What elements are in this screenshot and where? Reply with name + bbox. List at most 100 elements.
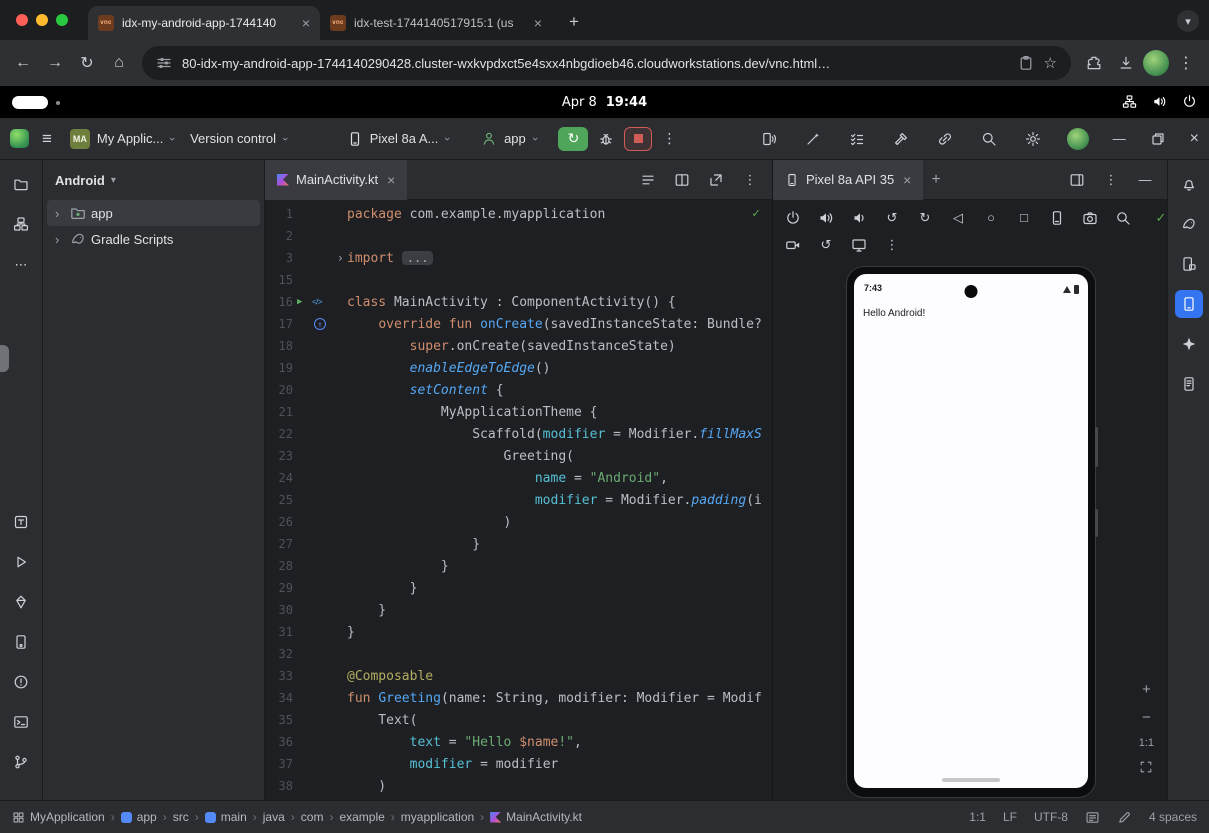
tab-close-button[interactable]: ×	[387, 172, 395, 188]
tab-close-button[interactable]: ×	[302, 15, 310, 31]
rotate-left-button[interactable]: ↺	[882, 208, 902, 228]
assistant-button[interactable]	[803, 129, 823, 149]
screenshot-button[interactable]	[1047, 208, 1067, 228]
settings-button[interactable]	[1023, 129, 1043, 149]
power-icon[interactable]	[1182, 94, 1197, 109]
tab-search-button[interactable]: ▾	[1177, 10, 1199, 32]
file-encoding[interactable]: UTF-8	[1034, 810, 1068, 824]
build-button[interactable]	[891, 129, 911, 149]
emulator-screen[interactable]: 7:43 Hello Android!	[854, 274, 1088, 788]
ide-maximize-button[interactable]	[1150, 131, 1166, 147]
app-quality-insights-button[interactable]	[7, 588, 35, 616]
tab-close-button[interactable]: ×	[903, 172, 911, 188]
logcat-button[interactable]	[1175, 370, 1203, 398]
network-icon[interactable]	[1122, 94, 1137, 109]
downloads-button[interactable]	[1111, 48, 1141, 78]
compose-gutter-icon[interactable]: </>	[312, 298, 322, 307]
panel-layout-button[interactable]	[1067, 170, 1087, 190]
detach-editor-button[interactable]	[706, 170, 726, 190]
terminal-button[interactable]	[7, 708, 35, 736]
zoom-level[interactable]: 1:1	[1139, 737, 1154, 749]
code-line-22[interactable]: 22 Scaffold(modifier = Modifier.fillMaxS	[265, 423, 772, 445]
browser-menu-button[interactable]: ⋮	[1171, 48, 1201, 78]
more-tools-button[interactable]: ⋯	[7, 250, 35, 278]
browser-tab[interactable]: vncidx-test-1744140517915:1 (us×	[320, 6, 552, 40]
close-window-button[interactable]	[16, 14, 28, 26]
more-button[interactable]: ⋮	[740, 170, 760, 190]
code-line-23[interactable]: 23 Greeting(	[265, 445, 772, 467]
tree-item-gradle-scripts[interactable]: ›Gradle Scripts	[47, 226, 260, 252]
fullscreen-window-button[interactable]	[56, 14, 68, 26]
code-line-2[interactable]: 2	[265, 225, 772, 247]
device-tab-pixel8a[interactable]: Pixel 8a API 35 ×	[773, 160, 923, 200]
code-line-32[interactable]: 32	[265, 643, 772, 665]
zoom-mode-button[interactable]	[1113, 208, 1133, 228]
project-view-header[interactable]: Android ▾	[43, 160, 264, 200]
volume-icon[interactable]	[1152, 94, 1167, 109]
browser-tab[interactable]: vncidx-my-android-app-1744140×	[88, 6, 320, 40]
back-button[interactable]: ←	[8, 48, 38, 78]
code-line-18[interactable]: 18 super.onCreate(savedInstanceState)	[265, 335, 772, 357]
more-button[interactable]: ⋮	[1101, 170, 1121, 190]
inspection-ok-icon[interactable]: ✓	[752, 206, 760, 221]
device-selector[interactable]: Pixel 8a A... ›	[339, 127, 457, 151]
readonly-toggle-icon[interactable]	[1117, 810, 1132, 825]
device-manager-button[interactable]	[7, 628, 35, 656]
debug-button[interactable]	[598, 131, 614, 147]
forward-button[interactable]: →	[40, 48, 70, 78]
breadcrumb-item[interactable]: myapplication	[401, 810, 474, 824]
code-line-24[interactable]: 24 name = "Android",	[265, 467, 772, 489]
vnc-control-handle[interactable]	[12, 96, 48, 109]
code-line-19[interactable]: 19 enableEdgeToEdge()	[265, 357, 772, 379]
more-button[interactable]: ⋮	[882, 235, 902, 255]
site-info-icon[interactable]	[156, 55, 172, 71]
override-gutter-icon[interactable]: ↑	[314, 318, 326, 330]
caret-position[interactable]: 1:1	[969, 810, 986, 824]
vnc-sidebar-handle[interactable]	[0, 345, 9, 372]
indent-setting[interactable]: 4 spaces	[1149, 810, 1197, 824]
code-line-20[interactable]: 20 setContent {	[265, 379, 772, 401]
breadcrumb-item[interactable]: com	[301, 810, 324, 824]
code-line-29[interactable]: 29 }	[265, 577, 772, 599]
project-widget[interactable]: MA My Applic... ›	[62, 125, 182, 153]
main-menu-button[interactable]: ≡	[42, 129, 52, 149]
line-separator[interactable]: LF	[1003, 810, 1017, 824]
problems-button[interactable]	[7, 668, 35, 696]
gemini-button[interactable]	[1175, 330, 1203, 358]
minimize-button[interactable]: —	[1135, 170, 1155, 190]
clipboard-icon[interactable]	[1018, 55, 1034, 71]
rotate-right-button[interactable]: ↻	[915, 208, 935, 228]
editor-tab-mainactivity[interactable]: MainActivity.kt ×	[265, 160, 407, 200]
extensions-puzzle-icon[interactable]	[1079, 48, 1109, 78]
vcs-widget[interactable]: Version control ›	[182, 127, 295, 150]
zoom-in-button[interactable]: +	[1142, 681, 1151, 698]
url-text[interactable]: 80-idx-my-android-app-1744140290428.clus…	[182, 56, 1008, 71]
code-line-27[interactable]: 27 }	[265, 533, 772, 555]
breadcrumb-item[interactable]: java	[263, 810, 285, 824]
camera-button[interactable]	[1080, 208, 1100, 228]
address-bar[interactable]: 80-idx-my-android-app-1744140290428.clus…	[142, 46, 1071, 80]
code-line-26[interactable]: 26 )	[265, 511, 772, 533]
run-config-selector[interactable]: app ›	[473, 127, 544, 151]
device-streaming-button[interactable]	[759, 129, 779, 149]
run-button[interactable]: ↻	[558, 127, 588, 151]
code-line-15[interactable]: 15	[265, 269, 772, 291]
code-line-1[interactable]: 1package com.example.myapplication	[265, 203, 772, 225]
tree-item-app[interactable]: ›app	[47, 200, 260, 226]
search-button[interactable]	[979, 129, 999, 149]
snapshot-button[interactable]: ↺	[816, 235, 836, 255]
fit-screen-icon[interactable]	[1139, 760, 1153, 774]
code-line-21[interactable]: 21 MyApplicationTheme {	[265, 401, 772, 423]
display-mode-button[interactable]	[849, 235, 869, 255]
ide-close-button[interactable]: ×	[1190, 130, 1199, 148]
record-button[interactable]	[783, 235, 803, 255]
breadcrumb-item[interactable]: MyApplication	[12, 810, 105, 824]
minimize-window-button[interactable]	[36, 14, 48, 26]
notifications-button[interactable]	[1175, 170, 1203, 198]
expand-chevron-icon[interactable]: ›	[55, 206, 65, 221]
profile-avatar[interactable]	[1143, 50, 1169, 76]
back-button[interactable]: ◁	[948, 208, 968, 228]
home-button[interactable]: ○	[981, 208, 1001, 228]
breadcrumb-item[interactable]: src	[173, 810, 189, 824]
code-line-3[interactable]: 3›import ...	[265, 247, 772, 269]
